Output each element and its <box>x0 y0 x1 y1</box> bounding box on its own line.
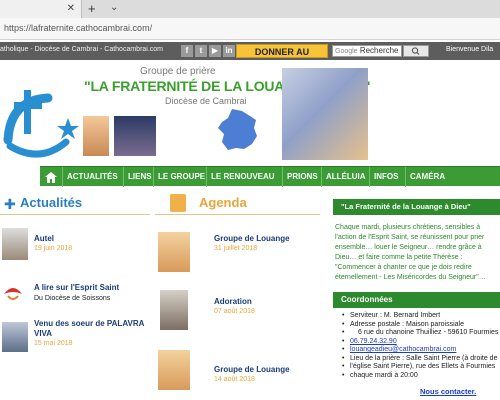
fraternite-line: éternellement - Les Miséricordes du Seig… <box>335 274 486 281</box>
linkedin-icon[interactable]: in <box>223 45 235 57</box>
news-sub-esprit-saint: Du Diocèse de Soissons <box>34 295 111 302</box>
nav-infos[interactable]: INFOS <box>369 167 402 187</box>
youtube-icon[interactable]: ▶ <box>209 45 221 57</box>
contact-address: Adresse postale : Maison paroissiale <box>340 321 500 330</box>
twitter-icon[interactable]: t <box>195 45 207 57</box>
actualites-divider <box>0 214 150 215</box>
palavra-viva-thumbnail[interactable] <box>2 322 28 352</box>
fraternite-line: Chaque mardi, plusieurs chrétiens, sensi… <box>335 224 481 231</box>
agenda-date-1: 31 juillet 2018 <box>214 245 258 252</box>
fraternite-line: Dieu… et faire comme la petite Thérèse : <box>335 254 463 261</box>
agenda-icon <box>170 194 186 212</box>
close-tab-icon[interactable]: ✕ <box>67 3 75 14</box>
contact-place-line2: l'église Saint Pierre), rue des Ellets à… <box>340 363 500 372</box>
diocese-logo[interactable] <box>0 80 80 164</box>
browser-tab[interactable]: ✕ <box>0 0 82 18</box>
email-link[interactable]: louangeadieu@cathocambrai.com <box>350 346 456 353</box>
news-title-autel[interactable]: Autel <box>34 234 54 243</box>
nav-home[interactable] <box>40 167 62 187</box>
site-header: Groupe de prière "LA FRATERNITÉ DE LA LO… <box>0 60 500 164</box>
contact-place-line2-text: l'église Saint Pierre), rue des Ellets à… <box>350 363 496 370</box>
search-brand: Google <box>335 48 358 55</box>
search-button[interactable] <box>403 45 429 57</box>
agenda-date-2: 07 août 2018 <box>214 308 255 315</box>
donate-button[interactable]: DONNER AU DENIER <box>236 44 328 71</box>
fraternite-box-title: "La Fraternité de la Louange à Dieu" <box>333 199 500 215</box>
fraternite-line: l'action de l'Esprit Saint, se réunissen… <box>335 234 485 241</box>
nav-actualites[interactable]: ACTUALITÉS <box>62 167 122 187</box>
agenda-date-3: 14 août 2018 <box>214 376 255 383</box>
facebook-icon[interactable]: f <box>181 45 193 57</box>
news-date-autel: 19 juin 2018 <box>34 245 73 252</box>
agenda-title-2[interactable]: Adoration <box>214 297 252 306</box>
header-photo-group <box>114 116 156 156</box>
contact-address-line2: 6 rue du chanoine Thuilliez - 59610 Four… <box>340 329 500 338</box>
search-placeholder: Recherche <box>359 46 399 55</box>
main-nav: ACTUALITÉS LIENS LE GROUPE LE RENOUVEAU … <box>40 166 500 187</box>
contact-place: Lieu de la prière : Salle Saint Pierre (… <box>340 355 500 364</box>
site-top-title[interactable]: atholique - Diocèse de Cambrai - Cathoca… <box>0 46 163 53</box>
address-bar[interactable]: https://lafraternite.cathocambrai.com/ <box>0 18 500 40</box>
actualites-icon: ✚ <box>4 196 16 212</box>
search-input[interactable]: Google Recherche <box>332 45 402 57</box>
nav-prions[interactable]: PRIONS <box>282 167 322 187</box>
header-photo-saint <box>83 116 109 156</box>
nav-le-renouveau[interactable]: LE RENOUVEAU <box>206 167 279 187</box>
url-text[interactable]: https://lafraternite.cathocambrai.com/ <box>4 23 152 33</box>
agenda-thumbnail-3[interactable] <box>158 350 190 390</box>
agenda-divider <box>155 214 320 215</box>
header-photo-statue <box>282 68 368 160</box>
site-top-bar: atholique - Diocèse de Cambrai - Cathoca… <box>0 42 500 71</box>
agenda-title-3[interactable]: Groupe de Louange <box>214 365 290 374</box>
nav-le-groupe[interactable]: LE GROUPE <box>153 167 209 187</box>
new-tab-button[interactable]: + <box>88 1 96 16</box>
agenda-thumbnail-1[interactable] <box>158 232 190 272</box>
actualites-title[interactable]: Actualités <box>20 195 82 210</box>
nav-alleluia[interactable]: ALLÉLUIA <box>321 167 370 187</box>
agenda-title-1[interactable]: Groupe de Louange <box>214 234 290 243</box>
header-diocese: Diocèse de Cambrai <box>165 96 247 106</box>
contact-servant: Serviteur : M. Bernard Imbert <box>340 312 500 321</box>
coordonnees-title: Coordonnées <box>333 292 500 308</box>
welcome-text: Bienvenue Dila <box>446 46 494 53</box>
news-title-palavra[interactable]: Venu des soeur de PALAVRA <box>34 319 144 328</box>
nav-camera[interactable]: CAMÉRA <box>405 167 449 187</box>
home-icon <box>45 172 57 183</box>
agenda-title[interactable]: Agenda <box>199 195 247 210</box>
browser-tab-strip: ✕ + ⌄ <box>0 0 500 18</box>
contact-phone: 06.79.24.32.90 <box>340 338 500 347</box>
nav-liens[interactable]: LIENS <box>123 167 156 187</box>
phone-link[interactable]: 06.79.24.32.90 <box>350 338 397 345</box>
contact-us-link[interactable]: Nous contacter. <box>420 387 476 396</box>
agenda-thumbnail-2[interactable] <box>160 290 188 330</box>
header-subtitle: Groupe de prière <box>140 66 216 77</box>
news-title-esprit-saint[interactable]: A lire sur l'Esprit Saint <box>34 283 119 292</box>
contact-address-line2-text: 6 rue du chanoine Thuilliez - 59610 Four… <box>358 329 499 336</box>
autel-thumbnail[interactable] <box>2 228 28 260</box>
fraternite-line: "Commencer à chanter ce que je dois redi… <box>335 264 472 271</box>
fraternite-box-text: Chaque mardi, plusieurs chrétiens, sensi… <box>335 223 500 283</box>
coordonnees-list: Serviteur : M. Bernard Imbert Adresse po… <box>340 312 500 380</box>
esprit-saint-thumbnail[interactable] <box>0 280 26 306</box>
search-icon <box>411 47 420 55</box>
contact-schedule: chaque mardi à 20:00 <box>340 372 500 381</box>
news-title-palavra-line2[interactable]: VIVA <box>34 329 52 338</box>
contact-email: louangeadieu@cathocambrai.com <box>340 346 500 355</box>
news-date-palavra: 15 mai 2018 <box>34 340 73 347</box>
fraternite-line: ensemble… louer le Seigneur… rendre grâc… <box>335 244 482 251</box>
tabs-menu-icon[interactable]: ⌄ <box>110 2 118 13</box>
france-map-icon <box>218 109 257 150</box>
